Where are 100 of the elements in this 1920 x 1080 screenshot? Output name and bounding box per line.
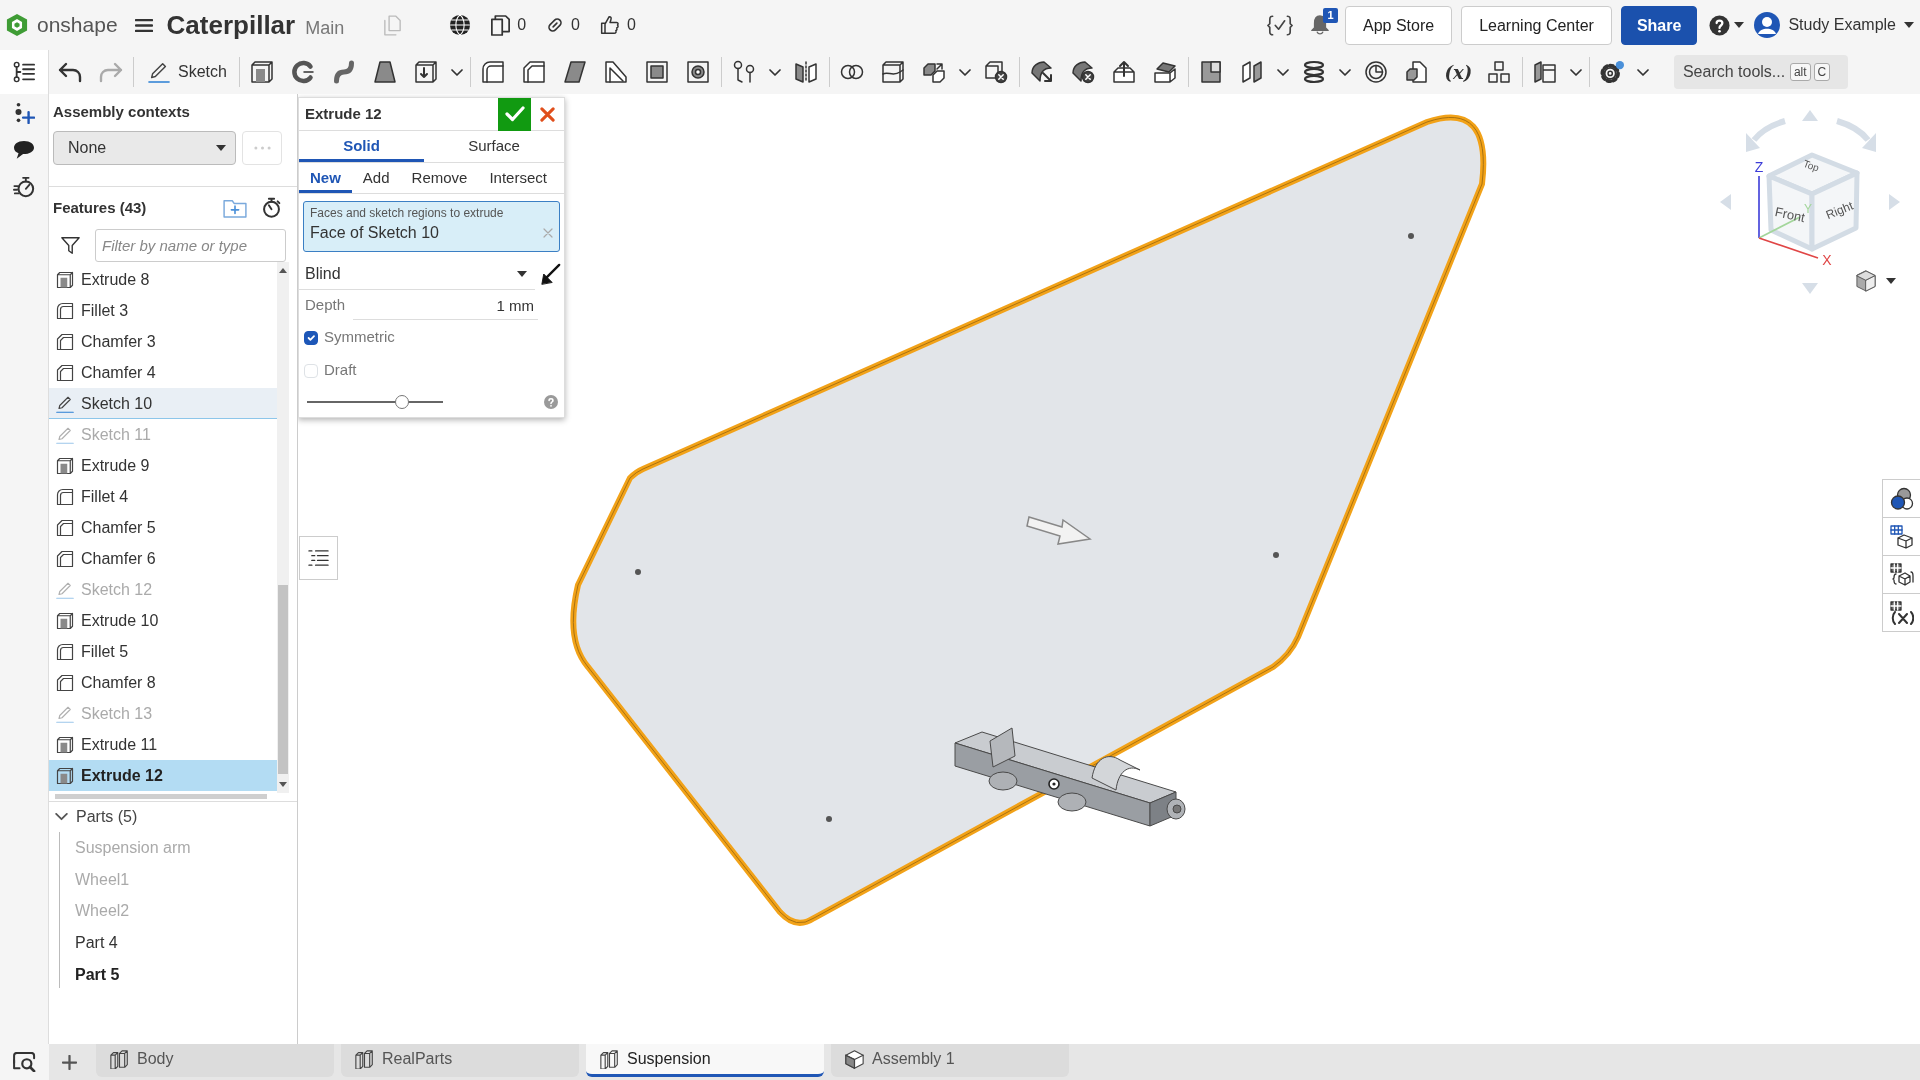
- point-icon[interactable]: [635, 569, 641, 575]
- caret-icon[interactable]: [1904, 22, 1914, 28]
- caret-down-icon[interactable]: [279, 782, 287, 787]
- document-title[interactable]: Caterpillar: [166, 5, 296, 45]
- view-cube-label[interactable]: Top: [1801, 157, 1821, 174]
- part-item[interactable]: Part 4: [60, 927, 191, 959]
- tab[interactable]: Remove: [400, 163, 479, 193]
- search-icon[interactable]: [12, 1052, 37, 1072]
- scrollbar[interactable]: [55, 794, 267, 799]
- settings-icon[interactable]: [1599, 60, 1625, 84]
- share-button[interactable]: Share: [1620, 5, 1698, 45]
- panels-icon[interactable]: [1533, 60, 1558, 84]
- tab[interactable]: Solid: [299, 131, 424, 162]
- arrow-icon[interactable]: [541, 263, 561, 285]
- tab[interactable]: Add: [351, 163, 401, 193]
- caret-icon[interactable]: [451, 68, 464, 76]
- clock-icon[interactable]: [1364, 60, 1389, 84]
- feature-item[interactable]: Fillet 4: [49, 481, 277, 512]
- sheets-icon[interactable]: [1240, 60, 1265, 84]
- dots-plus-icon[interactable]: [13, 102, 35, 124]
- folder-plus-icon[interactable]: [223, 197, 247, 218]
- point-icon[interactable]: [826, 816, 832, 822]
- stopwatch-icon[interactable]: [261, 197, 282, 218]
- box-arrow-icon[interactable]: [414, 60, 439, 84]
- hollow-box-icon[interactable]: [645, 60, 670, 84]
- help-icon[interactable]: [544, 395, 558, 409]
- caret-icon[interactable]: [517, 270, 527, 277]
- checkbox[interactable]: [304, 330, 318, 345]
- moving-boxes-icon[interactable]: [922, 60, 947, 84]
- caret-icon[interactable]: [1339, 68, 1352, 76]
- slider-thumb[interactable]: [395, 395, 410, 409]
- face-delete-icon[interactable]: [1071, 60, 1096, 84]
- hole-icon[interactable]: [686, 60, 711, 84]
- depth-field[interactable]: 1 mm: [353, 291, 539, 320]
- branch-name[interactable]: Main: [305, 14, 345, 42]
- box-delete-icon[interactable]: [984, 60, 1009, 84]
- search-box[interactable]: Search tools... alt C: [1673, 55, 1848, 89]
- feature-item[interactable]: Chamfer 4: [49, 357, 277, 388]
- filter-field[interactable]: Filter by name or type: [95, 228, 286, 262]
- document-tab[interactable]: Suspension: [586, 1044, 824, 1077]
- context-select[interactable]: None: [53, 131, 236, 165]
- feature-item[interactable]: Fillet 3: [49, 295, 277, 326]
- beveled-corner-icon[interactable]: [522, 60, 547, 84]
- caret-icon[interactable]: [769, 68, 782, 76]
- end-type-select[interactable]: Blind: [299, 258, 535, 290]
- feature-item[interactable]: Chamfer 5: [49, 512, 277, 543]
- pins-icon[interactable]: [732, 60, 757, 84]
- documents-icon[interactable]: [491, 14, 511, 36]
- header-button[interactable]: App Store: [1345, 5, 1453, 45]
- side-tool-button[interactable]: [1882, 479, 1920, 518]
- search-field[interactable]: Search tools...: [1682, 60, 1787, 84]
- selection-value[interactable]: Face of Sketch 10: [310, 221, 439, 245]
- undo-icon[interactable]: [57, 60, 82, 84]
- selection-field[interactable]: Faces and sketch regions to extrude Face of Sketch 10: [303, 201, 560, 252]
- view-cube[interactable]: [1766, 152, 1860, 252]
- frustum-icon[interactable]: [373, 60, 398, 84]
- help-menu[interactable]: [1709, 14, 1745, 36]
- side-tool-button[interactable]: [1882, 593, 1920, 632]
- braces-check-icon[interactable]: [1267, 14, 1293, 36]
- feature-item[interactable]: Extrude 10: [49, 605, 277, 636]
- feature-item[interactable]: Chamfer 8: [49, 667, 277, 698]
- feature-item[interactable]: Chamfer 6: [49, 543, 277, 574]
- feature-item[interactable]: Sketch 10: [49, 388, 277, 419]
- globe-icon[interactable]: [449, 14, 472, 36]
- filter-icon[interactable]: [61, 235, 80, 255]
- coil-icon[interactable]: [1302, 60, 1327, 84]
- document-tab[interactable]: Assembly 1: [831, 1044, 1069, 1077]
- caret-up-icon[interactable]: [279, 268, 287, 273]
- split-box-icon[interactable]: [881, 60, 906, 84]
- plane-icon[interactable]: [1199, 60, 1224, 84]
- box-up-arrow-icon[interactable]: [1112, 60, 1137, 84]
- pipe-icon[interactable]: [332, 60, 357, 84]
- open-box-icon[interactable]: [1153, 60, 1178, 84]
- thumbs-up-icon[interactable]: [600, 15, 620, 35]
- circle-dot-icon[interactable]: [1048, 778, 1060, 790]
- menu-icon[interactable]: [134, 17, 153, 33]
- tab[interactable]: Surface: [424, 131, 564, 162]
- part-item[interactable]: Part 5: [60, 958, 191, 991]
- point-icon[interactable]: [1273, 552, 1279, 558]
- variable-button[interactable]: (x): [1437, 52, 1479, 92]
- caret-icon[interactable]: [1570, 68, 1583, 76]
- feature-item[interactable]: Extrude 8: [49, 264, 277, 295]
- document-box-icon[interactable]: [1405, 60, 1430, 84]
- logo-icon[interactable]: [6, 13, 28, 37]
- tab[interactable]: New: [299, 163, 352, 193]
- rounded-corner-icon[interactable]: [481, 60, 506, 84]
- mirror-icon[interactable]: [794, 60, 819, 84]
- feature-item[interactable]: Chamfer 3: [49, 326, 277, 357]
- caret-icon[interactable]: [1277, 68, 1290, 76]
- bell-icon[interactable]: [1311, 15, 1329, 35]
- point-icon[interactable]: [1408, 233, 1414, 239]
- caret-icon[interactable]: [216, 145, 226, 151]
- scrollbar[interactable]: [277, 262, 289, 793]
- bracket-part[interactable]: [954, 727, 1186, 827]
- feature-tree-icon[interactable]: [13, 61, 35, 83]
- link-icon[interactable]: [546, 16, 565, 34]
- user-menu[interactable]: Study Example: [1754, 12, 1914, 38]
- scrollbar-thumb[interactable]: [278, 585, 288, 774]
- ramp-icon[interactable]: [604, 60, 629, 84]
- stacked-squares-icon[interactable]: [1487, 60, 1512, 84]
